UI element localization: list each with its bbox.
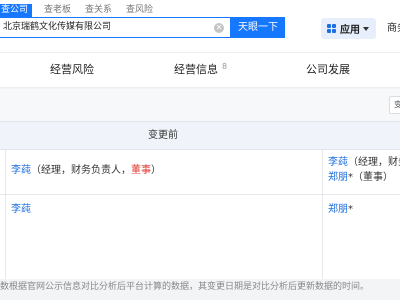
change-records-table: 变更前 李莼（经理，财务负责人，董事） 李莼（经理，财务 郑朋*（董事） 李莼 … xyxy=(0,121,400,279)
row-divider xyxy=(0,194,400,195)
nav-item-label: 经营风险 xyxy=(50,63,94,76)
top-bar: 查公司 查老板 查关系 查风险 北京瑞鹤文化传媒有限公司 ✕ 天眼一下 应用 商… xyxy=(0,0,400,52)
tab-boss[interactable]: 查老板 xyxy=(44,4,71,17)
person-link[interactable]: 李莼 xyxy=(11,204,31,215)
search-type-tabs: 查公司 查老板 查关系 查风险 xyxy=(0,4,167,17)
person-link[interactable]: 郑朋 xyxy=(328,204,348,215)
nav-item-label: 公司发展 xyxy=(306,63,350,76)
apps-label: 应用 xyxy=(340,25,360,36)
role-highlight: 董事 xyxy=(131,165,151,176)
nav-item-business-risk[interactable]: 经营风险 xyxy=(50,53,94,87)
data-source-note: 数根据官网公示信息对比分析后平台计算的数据，其变更日期是对比分析后更新数据的时间… xyxy=(0,282,370,292)
search-button[interactable]: 天眼一下 xyxy=(231,17,285,38)
section-nav: 经营风险 经营信息 8 公司发展 xyxy=(0,52,400,88)
column-divider xyxy=(322,150,323,279)
filter-row: 变 xyxy=(0,89,400,121)
nav-item-count: 8 xyxy=(222,62,228,71)
role-text: （董事） xyxy=(353,172,393,183)
person-link[interactable]: 李莼 xyxy=(11,165,31,176)
person-link[interactable]: 李莼 xyxy=(328,157,348,168)
role-text-end: ） xyxy=(151,165,161,176)
chevron-down-icon xyxy=(363,26,369,31)
nav-item-label: 经营信息 xyxy=(174,63,218,76)
after-cell-row1-line1: 李莼（经理，财务 xyxy=(328,156,400,170)
before-cell-row2: 李莼 xyxy=(11,203,31,217)
role-text: （经理，财务 xyxy=(348,157,400,168)
masked-mark: * xyxy=(348,204,353,215)
role-text: （经理，财务负责人， xyxy=(31,165,131,176)
nav-item-company-development[interactable]: 公司发展 xyxy=(306,53,350,87)
column-divider xyxy=(5,150,6,279)
business-link[interactable]: 商务 xyxy=(387,18,400,39)
nav-item-business-info[interactable]: 经营信息 8 xyxy=(174,53,227,87)
search-input[interactable]: 北京瑞鹤文化传媒有限公司 ✕ xyxy=(0,17,231,38)
apps-grid-icon xyxy=(327,24,336,33)
tab-company[interactable]: 查公司 xyxy=(0,4,33,17)
tab-relation[interactable]: 查关系 xyxy=(85,4,112,17)
clear-icon[interactable]: ✕ xyxy=(214,23,224,33)
tab-risk[interactable]: 查风险 xyxy=(126,4,153,17)
apps-menu-button[interactable]: 应用 xyxy=(321,18,376,39)
column-header-before: 变更前 xyxy=(148,130,178,141)
after-cell-row1-line2: 郑朋*（董事） xyxy=(328,171,393,185)
search-input-value: 北京瑞鹤文化传媒有限公司 xyxy=(3,22,112,32)
before-cell-row1: 李莼（经理，财务负责人，董事） xyxy=(11,164,161,178)
person-link[interactable]: 郑朋 xyxy=(328,172,348,183)
change-filter-button[interactable]: 变 xyxy=(389,96,400,114)
table-header: 变更前 xyxy=(0,121,400,150)
after-cell-row2: 郑朋* xyxy=(328,203,353,217)
